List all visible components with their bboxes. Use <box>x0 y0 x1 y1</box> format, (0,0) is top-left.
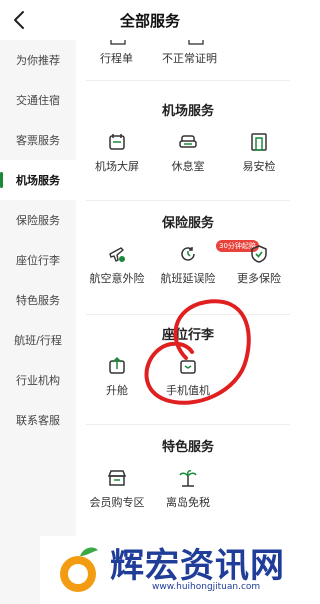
orange-logo-icon <box>60 547 98 592</box>
sidebar-item-flight[interactable]: 航班/行程 <box>0 320 76 360</box>
sidebar-item-airport[interactable]: 机场服务 <box>0 160 76 200</box>
plane-shield-icon <box>109 247 125 262</box>
service-flight-accident-insurance[interactable]: 航空意外险 <box>80 244 154 302</box>
service-more-insurance[interactable]: 更多保险 <box>222 244 296 302</box>
shield-check-icon <box>251 245 267 263</box>
watermark-url: www.huihongjituan.com <box>152 582 261 592</box>
service-mobile-checkin[interactable]: 手机值机 <box>151 356 225 414</box>
sidebar-item-recommend[interactable]: 为你推荐 <box>0 40 76 80</box>
page-title: 全部服务 <box>119 12 180 30</box>
service-member-shop[interactable]: 会员购专区 <box>80 468 154 526</box>
sidebar-item-contact[interactable]: 联系客服 <box>0 400 76 440</box>
itinerary-icon <box>110 40 126 45</box>
store-icon <box>107 470 127 486</box>
upgrade-seat-icon <box>109 356 125 374</box>
palm-tree-icon <box>179 470 197 487</box>
itinerary-label[interactable]: 行程单 <box>100 50 133 66</box>
divider <box>86 314 290 315</box>
certificate-icon <box>188 40 204 45</box>
service-delay-insurance[interactable]: 航班延误险 <box>151 244 225 302</box>
screen-icon <box>109 134 125 150</box>
divider <box>86 80 290 81</box>
sidebar-item-special[interactable]: 特色服务 <box>0 280 76 320</box>
irregular-certificate-label[interactable]: 不正常证明 <box>162 50 217 66</box>
sidebar-item-seat[interactable]: 座位行李 <box>0 240 76 280</box>
section-title-insurance: 保险服务 <box>161 216 214 231</box>
divider <box>86 424 290 425</box>
service-easy-security[interactable]: 易安检 <box>222 132 296 190</box>
service-content: 行程单 不正常证明 机场服务 机场大屏 休息室 易安检 保险服务 航空意外险 航… <box>76 40 300 604</box>
watermark-text: 辉宏资讯网 <box>110 546 285 586</box>
service-lounge[interactable]: 休息室 <box>151 132 225 190</box>
section-title-seat: 座位行李 <box>161 328 214 343</box>
section-title-airport: 机场服务 <box>161 104 214 119</box>
service-duty-free[interactable]: 离岛免税 <box>151 468 225 526</box>
seat-checkin-icon <box>180 360 196 374</box>
top-header: 全部服务 <box>0 0 300 40</box>
service-airport-screen[interactable]: 机场大屏 <box>80 132 154 190</box>
category-sidebar: 为你推荐 交通住宿 客票服务 机场服务 保险服务 座位行李 特色服务 航班/行程… <box>0 40 76 604</box>
divider <box>86 200 290 201</box>
sidebar-item-ticket[interactable]: 客票服务 <box>0 120 76 160</box>
section-title-special: 特色服务 <box>161 440 214 455</box>
sidebar-item-insurance[interactable]: 保险服务 <box>0 200 76 240</box>
service-upgrade[interactable]: 升舱 <box>80 356 154 414</box>
sofa-icon <box>179 135 197 148</box>
clock-refresh-icon <box>181 247 195 261</box>
sidebar-item-industry[interactable]: 行业机构 <box>0 360 76 400</box>
site-watermark: 辉宏资讯网 www.huihongjituan.com <box>40 536 300 604</box>
active-indicator <box>0 172 3 188</box>
sidebar-item-transport[interactable]: 交通住宿 <box>0 80 76 120</box>
security-gate-icon <box>251 133 267 151</box>
